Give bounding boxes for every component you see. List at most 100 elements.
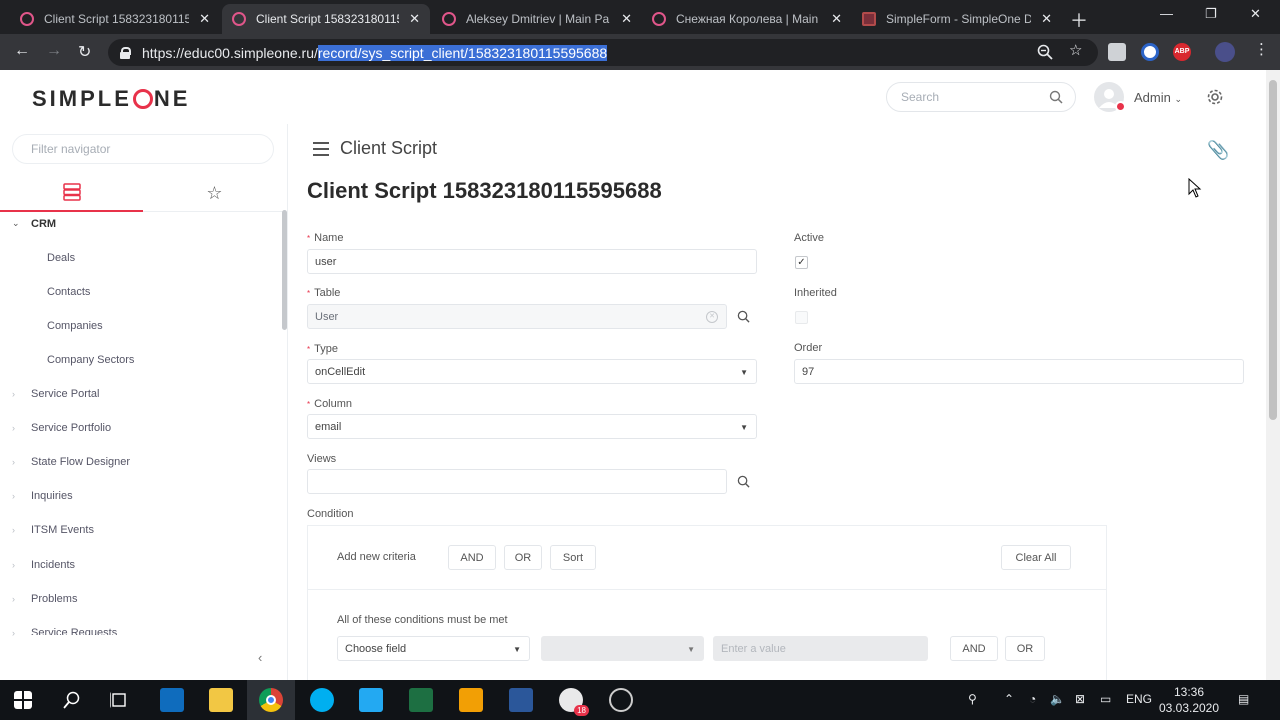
slack-icon[interactable]: 18 (559, 688, 589, 716)
gear-icon[interactable] (1205, 87, 1225, 107)
vscode-icon[interactable] (359, 688, 383, 712)
sidebar-item-problems[interactable]: Problems (31, 593, 77, 605)
people-icon[interactable]: ⚲ (968, 692, 977, 706)
browser-tab[interactable]: SimpleForm - SimpleOne D ✕ (852, 4, 1062, 34)
excel-icon[interactable] (409, 688, 433, 712)
sidebar-item-service-portfolio[interactable]: Service Portfolio (31, 422, 111, 434)
browser-tab[interactable]: Aleksey Dmitriev | Main Pa ✕ (432, 4, 642, 34)
close-window-icon[interactable]: ✕ (1250, 6, 1261, 22)
sidebar-item-incidents[interactable]: Incidents (31, 559, 75, 571)
sort-button[interactable]: Sort (550, 545, 596, 570)
back-arrow-icon[interactable]: ← (14, 42, 30, 60)
chevron-right-icon[interactable]: › (12, 594, 15, 604)
word-icon[interactable] (509, 688, 533, 712)
battery-icon[interactable]: ▭ (1100, 692, 1111, 706)
no-network-icon[interactable]: ⊠ (1075, 692, 1085, 706)
sidebar-item-contacts[interactable]: Contacts (47, 286, 90, 298)
chevron-down-icon[interactable]: ⌄ (12, 218, 20, 229)
sidebar-item-crm[interactable]: CRM (31, 218, 56, 230)
chevron-right-icon[interactable]: › (12, 457, 15, 467)
choose-field-select[interactable]: Choose field ▼ (337, 636, 530, 661)
scrollbar-thumb[interactable] (1269, 80, 1277, 420)
page-scrollbar[interactable] (1266, 70, 1280, 680)
user-avatar[interactable] (1094, 82, 1126, 112)
zoom-icon[interactable] (1037, 44, 1053, 60)
name-field[interactable]: user (307, 249, 757, 274)
adblock-icon[interactable]: ABP (1173, 43, 1191, 61)
row-or-button[interactable]: OR (1005, 636, 1045, 661)
global-search-input[interactable]: Search (886, 82, 1076, 112)
close-tab-icon[interactable]: ✕ (621, 11, 632, 27)
language-indicator[interactable]: ENG (1126, 692, 1152, 706)
browser-tab[interactable]: Client Script 158323180115 ✕ (10, 4, 220, 34)
minimize-window-icon[interactable]: — (1160, 6, 1173, 21)
task-view-icon[interactable] (110, 691, 128, 709)
file-explorer-icon[interactable] (209, 688, 233, 712)
close-tab-icon[interactable]: ✕ (409, 11, 420, 27)
sidebar-item-inquiries[interactable]: Inquiries (31, 490, 73, 502)
new-tab-plus-icon[interactable]: ＋ (1070, 7, 1088, 33)
browser-tab[interactable]: Снежная Королева | Main ✕ (642, 4, 852, 34)
row-and-button[interactable]: AND (950, 636, 998, 661)
skype-icon[interactable] (310, 688, 334, 712)
clear-x-icon[interactable]: ✕ (706, 311, 718, 323)
chevron-up-icon[interactable]: ⌃ (1004, 692, 1014, 706)
wifi-icon[interactable]: ◔ (1029, 692, 1036, 706)
chevron-right-icon[interactable]: › (12, 423, 15, 433)
chrome-taskbar-item[interactable] (247, 680, 295, 720)
restore-window-icon[interactable]: ❐ (1205, 6, 1217, 22)
profile-avatar-icon[interactable] (1215, 42, 1235, 62)
operator-select[interactable]: ▼ (541, 636, 704, 661)
simpleone-logo[interactable]: SIMPLE NE (32, 86, 190, 112)
browser-tab-active[interactable]: Client Script 1583231801159 ✕ (222, 4, 430, 34)
reload-icon[interactable]: ↻ (78, 42, 91, 62)
table-field[interactable]: User ✕ (307, 304, 727, 329)
tab-navigator[interactable] (0, 174, 143, 212)
chevron-right-icon[interactable]: › (12, 628, 15, 638)
sidebar-item-company-sectors[interactable]: Company Sectors (47, 354, 134, 366)
tab-favorites[interactable]: ☆ (143, 174, 286, 212)
active-checkbox[interactable]: ✓ (795, 256, 808, 269)
extension-icon[interactable] (1141, 43, 1159, 61)
filter-navigator-input[interactable]: Filter navigator (12, 134, 274, 164)
chevron-right-icon[interactable]: › (12, 560, 15, 570)
paperclip-attachment-icon[interactable]: 📎 (1207, 140, 1229, 161)
obs-icon[interactable] (609, 688, 633, 712)
notifications-icon[interactable]: ▤ (1238, 692, 1249, 706)
system-clock[interactable]: 13:36 03.03.2020 (1158, 684, 1220, 716)
hamburger-menu-icon[interactable] (313, 142, 329, 160)
sidebar-item-service-portal[interactable]: Service Portal (31, 388, 99, 400)
inherited-checkbox[interactable] (795, 311, 808, 324)
chevron-right-icon[interactable]: › (12, 389, 15, 399)
column-select[interactable]: email ▼ (307, 414, 757, 439)
extension-icon[interactable] (1108, 43, 1126, 61)
outlook-icon[interactable] (160, 688, 184, 712)
search-icon[interactable] (63, 691, 81, 709)
or-button[interactable]: OR (504, 545, 542, 570)
close-tab-icon[interactable]: ✕ (1041, 11, 1052, 27)
clear-all-button[interactable]: Clear All (1001, 545, 1071, 570)
table-lookup-button[interactable] (731, 304, 756, 329)
browser-menu-icon[interactable]: ⋮ (1254, 40, 1269, 58)
close-tab-icon[interactable]: ✕ (831, 11, 842, 27)
and-button[interactable]: AND (448, 545, 496, 570)
sidebar-scrollbar[interactable] (282, 210, 287, 330)
sublime-text-icon[interactable] (459, 688, 483, 712)
collapse-sidebar-icon[interactable]: ‹ (258, 650, 262, 665)
chevron-right-icon[interactable]: › (12, 525, 15, 535)
order-field[interactable]: 97 (794, 359, 1244, 384)
type-select[interactable]: onCellEdit ▼ (307, 359, 757, 384)
views-field[interactable] (307, 469, 727, 494)
sidebar-item-deals[interactable]: Deals (47, 252, 75, 264)
sidebar-item-companies[interactable]: Companies (47, 320, 103, 332)
views-lookup-button[interactable] (731, 469, 756, 494)
bookmark-star-icon[interactable]: ☆ (1069, 41, 1082, 59)
sidebar-item-itsm-events[interactable]: ITSM Events (31, 524, 94, 536)
user-menu[interactable]: Admin ⌄ (1134, 90, 1182, 105)
forward-arrow-icon[interactable]: → (46, 42, 62, 60)
condition-value-input[interactable]: Enter a value (713, 636, 928, 661)
windows-start-icon[interactable] (14, 691, 32, 709)
sidebar-item-service-requests[interactable]: Service Requests (31, 627, 117, 635)
speaker-icon[interactable]: 🔈 (1050, 692, 1065, 706)
sidebar-item-state-flow-designer[interactable]: State Flow Designer (31, 456, 130, 468)
